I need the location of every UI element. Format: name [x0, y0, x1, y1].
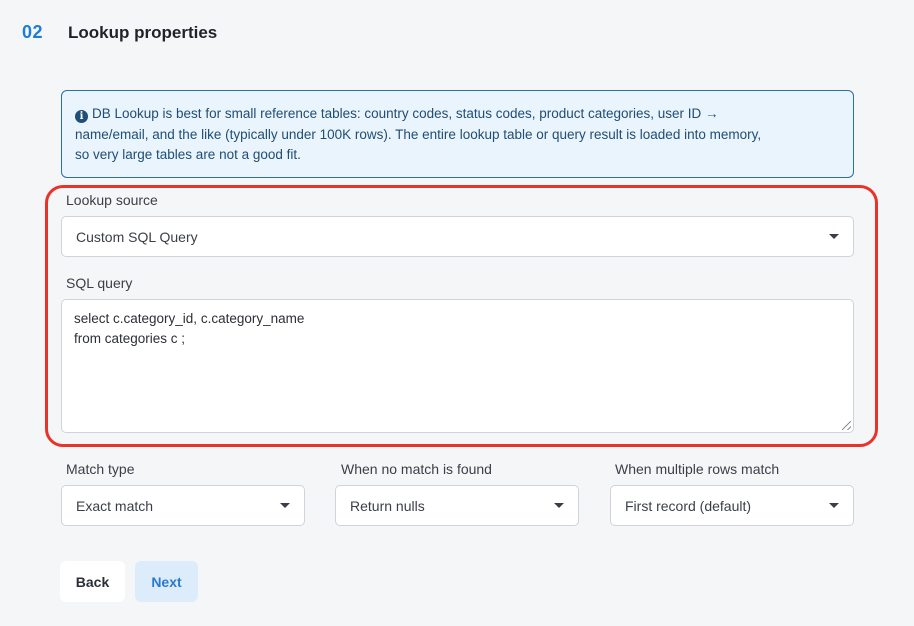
- step-number: 02: [22, 22, 44, 42]
- info-line-2: name/email, and the like (typically unde…: [75, 126, 762, 142]
- chevron-down-icon: [829, 234, 839, 239]
- no-match-label: When no match is found: [341, 461, 492, 477]
- sql-line-1: select c.category_id, c.category_name: [74, 311, 305, 326]
- multiple-rows-select[interactable]: First record (default): [610, 485, 854, 526]
- chevron-down-icon: [554, 503, 564, 508]
- match-type-select[interactable]: Exact match: [61, 485, 305, 526]
- lookup-source-label: Lookup source: [66, 192, 158, 208]
- multiple-rows-value: First record (default): [625, 497, 752, 514]
- no-match-select[interactable]: Return nulls: [335, 485, 579, 526]
- info-line-1: i DB Lookup is best for small reference t…: [75, 104, 839, 125]
- chevron-down-icon: [280, 503, 290, 508]
- info-line-3: so very large tables are not a good fit.: [75, 147, 301, 162]
- resize-handle-icon[interactable]: [842, 421, 851, 430]
- sql-line-2: from categories c ;: [74, 331, 186, 346]
- lookup-source-select[interactable]: Custom SQL Query: [61, 216, 854, 257]
- next-button[interactable]: Next: [135, 561, 198, 602]
- back-button[interactable]: Back: [60, 561, 125, 602]
- match-type-label: Match type: [66, 461, 135, 477]
- multiple-rows-label: When multiple rows match: [615, 461, 780, 477]
- sql-query-textarea[interactable]: select c.category_id, c.category_name fr…: [61, 299, 854, 433]
- info-callout: i DB Lookup is best for small reference t…: [61, 90, 854, 178]
- info-icon: i: [75, 110, 88, 123]
- page-title: Lookup properties: [68, 22, 218, 42]
- match-type-value: Exact match: [76, 497, 154, 514]
- step-header: 02 Lookup properties: [22, 22, 217, 43]
- no-match-value: Return nulls: [350, 497, 425, 514]
- lookup-source-value: Custom SQL Query: [76, 228, 198, 245]
- chevron-down-icon: [829, 503, 839, 508]
- sql-query-label: SQL query: [66, 275, 133, 291]
